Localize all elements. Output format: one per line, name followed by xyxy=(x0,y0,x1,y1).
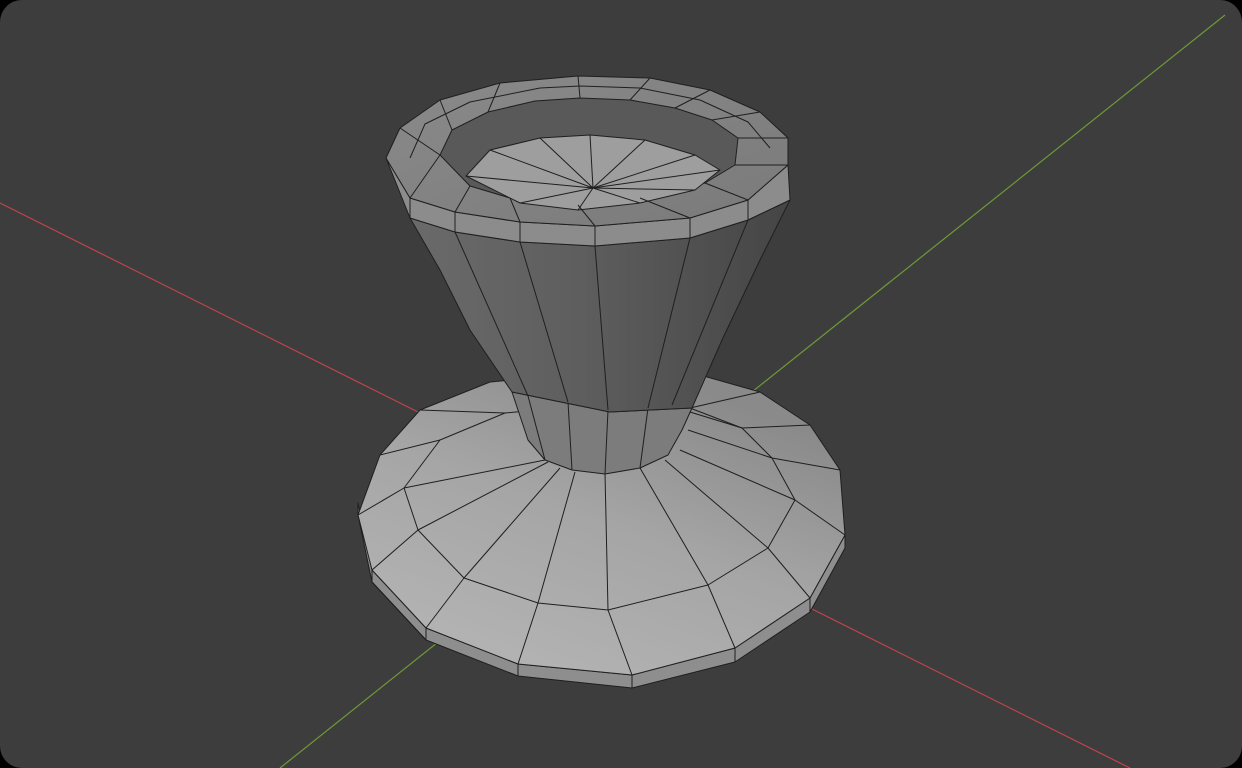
vase-mesh[interactable] xyxy=(357,75,846,689)
3d-viewport[interactable] xyxy=(0,0,1242,768)
viewport-canvas[interactable] xyxy=(0,0,1242,768)
